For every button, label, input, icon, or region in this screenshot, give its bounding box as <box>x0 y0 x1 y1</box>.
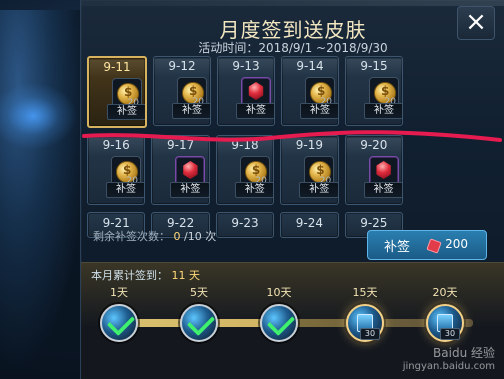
milestone-node[interactable] <box>180 304 218 342</box>
make-up-button[interactable]: 补签 <box>363 182 403 198</box>
check-icon <box>106 307 136 337</box>
remaining-makeup-info: 剩余补签次数： 0 /10 次 <box>93 228 216 244</box>
day-cell[interactable]: 9-18 20 补签 <box>215 135 275 205</box>
check-icon <box>186 307 216 337</box>
calendar-row: 9-16 20 补签 9-17 补签 9-18 <box>87 135 404 205</box>
milestone-label: 10天 <box>266 286 292 299</box>
day-cell[interactable]: 9-16 20 补签 <box>87 135 146 205</box>
gem-icon <box>248 82 264 100</box>
watermark-line1: Baidu 经验 <box>433 346 495 360</box>
make-up-button[interactable]: 补签 <box>299 182 338 198</box>
milestone-1[interactable]: 1天 <box>91 284 147 342</box>
milestone-badge: 30 <box>360 328 380 340</box>
close-button[interactable]: × <box>457 6 495 40</box>
make-up-button[interactable]: 补签 <box>107 104 145 120</box>
buy-label: 补签 <box>384 240 411 255</box>
day-date: 9-15 <box>346 59 402 77</box>
cumulative-label: 本月累计签到： <box>91 269 168 282</box>
day-cell[interactable]: 9-11 20 补签 <box>87 56 147 128</box>
diamond-icon <box>426 238 442 254</box>
day-cell[interactable]: 9-15 20 补签 <box>345 56 403 126</box>
milestone-label: 15天 <box>352 286 378 299</box>
milestone-5[interactable]: 5天 <box>171 284 227 342</box>
milestone-label: 1天 <box>110 286 128 299</box>
milestone-node[interactable] <box>100 304 138 342</box>
day-cell[interactable]: 9-20 补签 <box>344 135 404 205</box>
day-date: 9-24 <box>295 216 324 230</box>
watermark: Baidu 经验 jingyan.baidu.com <box>403 344 495 372</box>
make-up-button[interactable]: 补签 <box>170 182 209 198</box>
cumulative-signin: 本月累计签到： 11 天 <box>91 267 200 283</box>
day-date: 9-23 <box>231 216 259 230</box>
makeup-buy-button[interactable]: 补签 200 <box>367 230 487 260</box>
remaining-prefix: 剩余补签次数： <box>93 230 170 243</box>
cumulative-days: 11 天 <box>171 269 201 282</box>
day-date: 9-18 <box>216 138 274 156</box>
day-date: 9-11 <box>89 60 145 78</box>
day-date: 9-13 <box>218 59 274 77</box>
day-date: 9-20 <box>345 138 403 156</box>
make-up-button[interactable]: 补签 <box>236 103 274 119</box>
calendar-grid: 9-11 20 补签 9-12 20 补签 9-13 <box>87 56 404 245</box>
make-up-button[interactable]: 补签 <box>300 103 338 119</box>
make-up-button[interactable]: 补签 <box>364 103 402 119</box>
remaining-suffix: /10 次 <box>184 230 217 243</box>
milestone-label: 5天 <box>190 286 208 299</box>
day-cell[interactable]: 9-24 <box>280 212 339 238</box>
day-cell[interactable]: 9-19 20 补签 <box>280 135 339 205</box>
buy-price: 200 <box>445 237 468 251</box>
calendar-row: 9-11 20 补签 9-12 20 补签 9-13 <box>87 56 403 128</box>
watermark-line2: jingyan.baidu.com <box>402 361 495 372</box>
milestone-10[interactable]: 10天 <box>251 284 307 342</box>
day-cell[interactable]: 9-12 20 补签 <box>153 56 211 126</box>
day-date: 9-14 <box>282 59 338 77</box>
cumulative-rewards: 本月累计签到： 11 天 1天 5天 10天 15天 30 20天 30 Bai… <box>81 262 504 379</box>
day-date: 9-19 <box>281 138 338 156</box>
remaining-value: 0 <box>173 230 181 243</box>
day-date: 9-16 <box>88 138 145 156</box>
day-cell[interactable]: 9-23 <box>215 212 275 238</box>
milestone-node[interactable] <box>260 304 298 342</box>
milestone-badge: 30 <box>440 328 460 340</box>
gem-icon <box>183 161 198 179</box>
day-date: 9-12 <box>154 59 210 77</box>
milestone-15[interactable]: 15天 30 <box>337 284 393 342</box>
milestone-node[interactable]: 30 <box>426 304 464 342</box>
make-up-button[interactable]: 补签 <box>172 103 210 119</box>
milestone-20[interactable]: 20天 30 <box>417 284 473 342</box>
sign-in-panel: 月度签到送皮肤 活动时间：2018/9/1 ~2018/9/30 × 9-11 … <box>80 0 504 379</box>
day-cell[interactable]: 9-13 补签 <box>217 56 275 126</box>
milestone-label: 20天 <box>432 286 458 299</box>
day-cell[interactable]: 9-14 20 补签 <box>281 56 339 126</box>
activity-time: 活动时间：2018/9/1 ~2018/9/30 <box>198 41 388 55</box>
day-date: 9-17 <box>152 138 209 156</box>
top-bar <box>81 0 504 6</box>
day-cell[interactable]: 9-17 补签 <box>151 135 210 205</box>
gem-icon <box>376 161 391 179</box>
game-screen: 月度签到送皮肤 活动时间：2018/9/1 ~2018/9/30 × 9-11 … <box>0 0 504 379</box>
hero-art <box>0 10 91 370</box>
milestone-node[interactable]: 30 <box>346 304 384 342</box>
make-up-button[interactable]: 补签 <box>234 182 274 198</box>
check-icon <box>266 307 296 337</box>
make-up-button[interactable]: 补签 <box>106 182 145 198</box>
